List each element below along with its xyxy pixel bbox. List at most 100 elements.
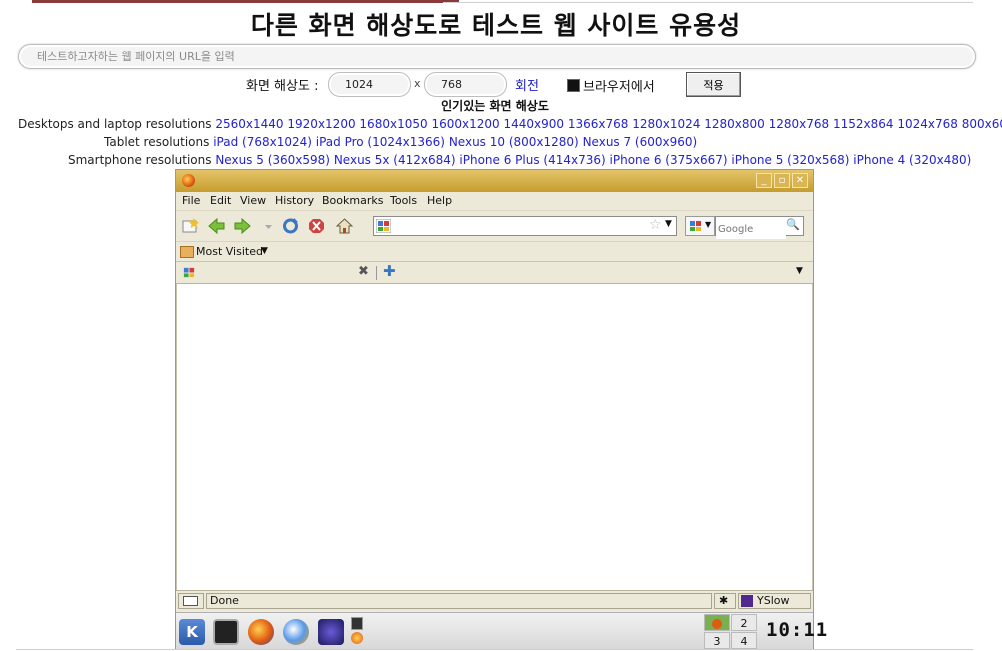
- pager-desktop-2[interactable]: 2: [731, 614, 757, 631]
- pager-desktop-3[interactable]: 3: [704, 632, 730, 649]
- width-input[interactable]: [328, 72, 411, 97]
- resolution-link[interactable]: iPhone 5 (320x568): [731, 153, 849, 167]
- history-dropdown-icon[interactable]: [260, 218, 277, 234]
- bookmarks-toolbar: Most Visited ▼: [176, 241, 813, 262]
- pager-desktop-4[interactable]: 4: [731, 632, 757, 649]
- menu-edit[interactable]: Edit: [210, 194, 231, 207]
- resolution-link[interactable]: 1152x864: [833, 117, 894, 131]
- resolution-link[interactable]: iPhone 6 Plus (414x736): [459, 153, 605, 167]
- yslow-cell[interactable]: YSlow: [738, 593, 811, 609]
- reload-icon[interactable]: [282, 218, 299, 234]
- most-visited-button[interactable]: Most Visited: [196, 245, 263, 258]
- phone-resolutions: Smartphone resolutions Nexus 5 (360x598)…: [68, 153, 971, 167]
- in-browser-toggle[interactable]: 브라우저에서: [567, 76, 655, 95]
- tablet-label: Tablet resolutions: [104, 135, 210, 149]
- new-bookmark-icon[interactable]: [182, 218, 199, 234]
- window-titlebar[interactable]: _ ▫ ✕: [176, 170, 813, 192]
- resolution-label: 화면 해상도 :: [246, 79, 319, 94]
- bookmark-star-icon[interactable]: ☆: [649, 217, 662, 233]
- resolution-link[interactable]: 1366x768: [568, 117, 629, 131]
- menu-file[interactable]: File: [182, 194, 200, 207]
- clock: 10:11: [766, 619, 829, 641]
- menu-history[interactable]: History: [275, 194, 314, 207]
- resolution-link[interactable]: 1024x768: [897, 117, 958, 131]
- phone-label: Smartphone resolutions: [68, 153, 212, 167]
- resolution-link[interactable]: Nexus 5 (360x598): [215, 153, 330, 167]
- resolution-link[interactable]: Nexus 10 (800x1280): [449, 135, 579, 149]
- resolution-link[interactable]: Nexus 5x (412x684): [334, 153, 456, 167]
- kde-menu-icon[interactable]: K: [179, 619, 205, 645]
- firefox-taskbar-icon[interactable]: [248, 619, 274, 645]
- google-engine-icon: [690, 221, 701, 231]
- desktop-resolutions: Desktops and laptop resolutions 2560x144…: [18, 117, 1002, 131]
- resolution-link[interactable]: 1440x900: [503, 117, 564, 131]
- pager-desktop-1[interactable]: [704, 614, 730, 631]
- home-icon[interactable]: [336, 218, 353, 234]
- page-content-area: [176, 284, 813, 590]
- resolution-link[interactable]: iPad Pro (1024x1366): [316, 135, 445, 149]
- address-dropdown-icon[interactable]: ▼: [665, 219, 672, 229]
- back-arrow-icon[interactable]: [208, 218, 225, 234]
- rotate-link[interactable]: 회전: [515, 75, 539, 94]
- chevron-down-icon[interactable]: ▼: [261, 246, 268, 256]
- sparkle-icon[interactable]: ✱: [719, 594, 728, 607]
- tab-bar: ✖ ✚ ▼: [176, 262, 813, 284]
- tab-divider: [376, 266, 377, 280]
- menu-help[interactable]: Help: [427, 194, 452, 207]
- resolution-row: 화면 해상도 : x 회전 브라우저에서 적용: [0, 71, 1002, 97]
- banner-image: [32, 0, 459, 3]
- menu-bookmarks[interactable]: Bookmarks: [322, 194, 383, 207]
- stop-icon[interactable]: [308, 218, 325, 234]
- thunderbird-icon[interactable]: [283, 619, 309, 645]
- menu-tools[interactable]: Tools: [390, 194, 417, 207]
- yslow-icon: [741, 595, 753, 607]
- resolution-link[interactable]: 1920x1200: [287, 117, 355, 131]
- resolution-link[interactable]: iPhone 6 (375x667): [610, 153, 728, 167]
- in-browser-checkbox[interactable]: [567, 79, 580, 92]
- window-list-icon[interactable]: [351, 617, 363, 630]
- google-favicon-icon: [376, 219, 391, 233]
- resolution-link[interactable]: 1280x768: [769, 117, 830, 131]
- menu-view[interactable]: View: [240, 194, 266, 207]
- firefox-window-icon[interactable]: [351, 632, 363, 644]
- popular-resolutions-title: 인기있는 화면 해상도: [441, 99, 549, 113]
- tab-close-icon[interactable]: ✖: [358, 264, 369, 279]
- menu-bar: File Edit View History Bookmarks Tools H…: [176, 192, 813, 210]
- desktop-pager: 2 3 4: [704, 613, 758, 650]
- search-engine-selector[interactable]: ▼: [685, 216, 715, 236]
- search-input[interactable]: [716, 220, 786, 239]
- minimize-button[interactable]: _: [756, 173, 772, 188]
- tablet-resolutions: Tablet resolutions iPad (768x1024) iPad …: [104, 135, 697, 149]
- new-tab-plus-icon[interactable]: ✚: [383, 262, 396, 280]
- resolution-link[interactable]: 1680x1050: [359, 117, 427, 131]
- resolution-link[interactable]: iPad (768x1024): [213, 135, 312, 149]
- address-bar[interactable]: ☆ ▼: [373, 216, 677, 236]
- terminal-icon[interactable]: [213, 619, 239, 645]
- forward-arrow-icon[interactable]: [234, 218, 251, 234]
- resolution-link[interactable]: 1600x1200: [431, 117, 499, 131]
- url-input[interactable]: [18, 44, 976, 69]
- connection-icon: [183, 596, 198, 606]
- resolution-link[interactable]: 800x600: [962, 117, 1002, 131]
- maximize-button[interactable]: ▫: [774, 173, 790, 188]
- navigation-toolbar: ☆ ▼ ▼ 🔍: [176, 210, 813, 240]
- folder-icon: [180, 246, 194, 258]
- screensaver-icon[interactable]: [318, 619, 344, 645]
- resolution-link[interactable]: 1280x1024: [632, 117, 700, 131]
- page-title: 다른 화면 해상도로 테스트 웹 사이트 유용성: [250, 11, 742, 40]
- resolution-link[interactable]: iPhone 4 (320x480): [853, 153, 971, 167]
- tab-favicon-icon: [183, 267, 195, 278]
- in-browser-label: 브라우저에서: [583, 80, 655, 95]
- resolution-link[interactable]: 2560x1440: [215, 117, 283, 131]
- apply-button[interactable]: 적용: [686, 72, 741, 97]
- pager-firefox-icon: [712, 619, 722, 629]
- resolution-link[interactable]: 1280x800: [704, 117, 765, 131]
- status-bar: Done ✱ YSlow: [176, 590, 813, 610]
- resolution-link[interactable]: Nexus 7 (600x960): [583, 135, 698, 149]
- close-button[interactable]: ✕: [792, 173, 808, 188]
- height-input[interactable]: [424, 72, 507, 97]
- search-icon[interactable]: 🔍: [786, 218, 800, 231]
- tab-list-dropdown-icon[interactable]: ▼: [796, 266, 803, 276]
- search-box[interactable]: 🔍: [715, 216, 804, 239]
- top-divider: [443, 2, 973, 3]
